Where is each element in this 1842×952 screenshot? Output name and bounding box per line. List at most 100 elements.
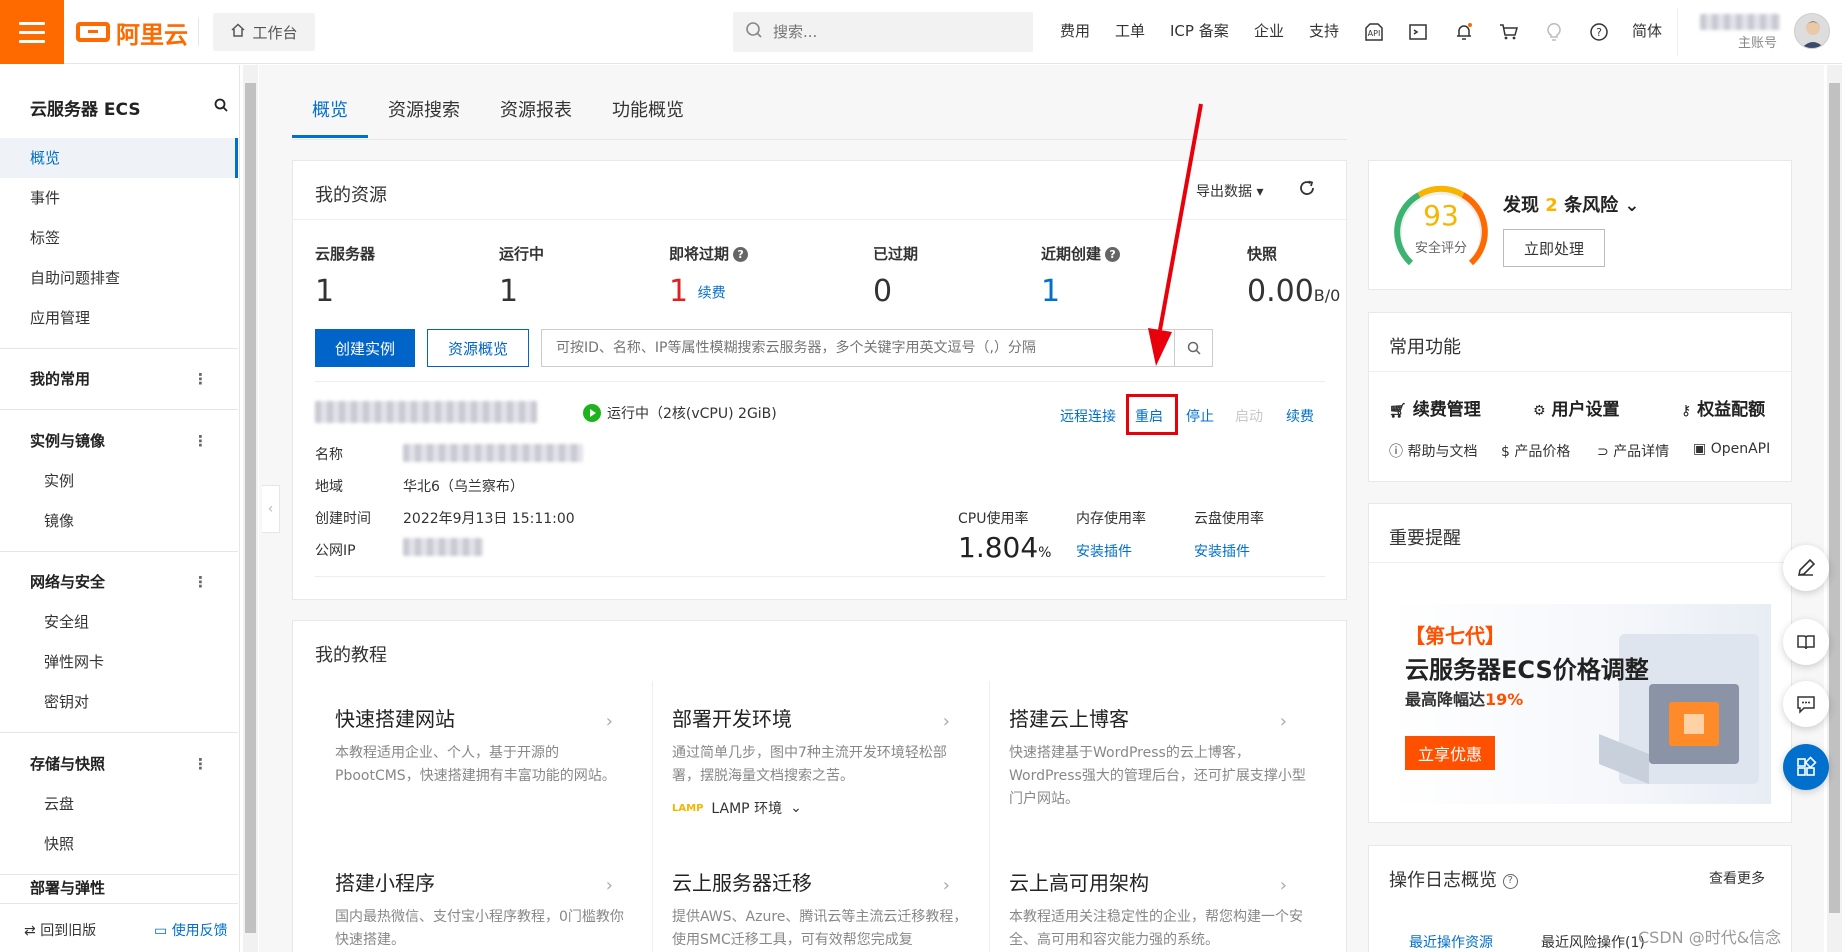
- renew-link[interactable]: 续费: [698, 286, 726, 302]
- collapse-sidebar-button[interactable]: ‹: [262, 485, 280, 533]
- edit-fab[interactable]: [1783, 545, 1829, 591]
- lamp-env-select[interactable]: LAMP LAMP 环境 ⌄: [672, 798, 972, 818]
- apps-fab[interactable]: [1783, 744, 1829, 790]
- help-icon[interactable]: ?: [1502, 873, 1518, 889]
- tutorial-card[interactable]: 部署开发环境 › 通过简单几步，图中7种主流开发环境轻松部署，摆脱海量文档搜索之苦。…: [672, 703, 972, 818]
- sidebar-item-tags[interactable]: 标签: [0, 218, 238, 258]
- tab-recent-risk[interactable]: 最近风险操作(1): [1541, 932, 1645, 952]
- sidebar-item-keypairs[interactable]: 密钥对: [0, 682, 238, 722]
- sidebar-group-favorites[interactable]: 我的常用 ⋮: [0, 359, 238, 399]
- metric-value-cpu: 1.804%: [958, 531, 1052, 564]
- more-icon[interactable]: ⋮: [193, 421, 208, 461]
- avatar[interactable]: [1794, 13, 1830, 49]
- tab-resource-search[interactable]: 资源搜索: [368, 90, 480, 138]
- chat-fab[interactable]: [1783, 681, 1829, 727]
- tab-overview[interactable]: 概览: [292, 90, 368, 138]
- risk-summary[interactable]: 发现 2 条风险 ⌄: [1503, 191, 1639, 217]
- install-plugin-disk-link[interactable]: 安装插件: [1194, 541, 1250, 561]
- instance-search[interactable]: [541, 329, 1213, 367]
- language-switch[interactable]: 简体: [1632, 20, 1662, 41]
- promo-banner[interactable]: 【第七代】 云服务器ECS价格调整 最高降幅达19% 立享优惠: [1389, 604, 1771, 804]
- gear-icon: ⚙: [1533, 403, 1546, 419]
- tutorial-card[interactable]: 搭建云上博客 › 快速搭建基于WordPress的云上博客，WordPress强大的…: [1009, 703, 1309, 811]
- remote-connect-link[interactable]: 远程连接: [1060, 406, 1116, 426]
- api-icon[interactable]: API: [1362, 20, 1386, 44]
- nav-enterprise[interactable]: 企业: [1254, 20, 1284, 41]
- sidebar-item-images[interactable]: 镜像: [0, 501, 238, 541]
- product-details-link[interactable]: ⊃ 产品详情: [1597, 441, 1669, 461]
- pricing-link[interactable]: $ 产品价格: [1501, 441, 1570, 461]
- cart-icon[interactable]: [1497, 20, 1521, 44]
- handle-now-button[interactable]: 立即处理: [1503, 229, 1605, 267]
- stat-servers[interactable]: 云服务器 1: [315, 243, 375, 309]
- tutorial-card[interactable]: 云上高可用架构 › 本教程适用关注稳定性的企业，帮您构建一个安全、高可用和容灾能力强…: [1009, 867, 1309, 952]
- sidebar-item-overview[interactable]: 概览: [0, 138, 238, 178]
- page-scrollbar[interactable]: [1827, 65, 1842, 952]
- tab-recent-resources[interactable]: 最近操作资源: [1409, 932, 1493, 952]
- instance-id-redacted[interactable]: [315, 401, 537, 423]
- renew-instance-link[interactable]: 续费: [1286, 406, 1314, 426]
- promo-cta-button[interactable]: 立享优惠: [1405, 736, 1495, 770]
- tab-resource-report[interactable]: 资源报表: [480, 90, 592, 138]
- sidebar-item-eni[interactable]: 弹性网卡: [0, 642, 238, 682]
- nav-support[interactable]: 支持: [1309, 20, 1339, 41]
- sidebar-group-instances-images[interactable]: 实例与镜像 ⋮: [0, 421, 238, 461]
- export-data-button[interactable]: 导出数据 ▾: [1196, 181, 1263, 201]
- menu-icon[interactable]: [0, 0, 64, 64]
- create-instance-button[interactable]: 创建实例: [315, 329, 415, 367]
- book-fab[interactable]: [1783, 619, 1829, 665]
- bell-icon[interactable]: [1452, 20, 1476, 44]
- resource-overview-button[interactable]: 资源概览: [427, 329, 529, 367]
- help-icon[interactable]: ?: [733, 247, 749, 262]
- more-icon[interactable]: ⋮: [193, 744, 208, 784]
- more-icon[interactable]: ⋮: [193, 562, 208, 602]
- sidebar-item-security-groups[interactable]: 安全组: [0, 602, 238, 642]
- help-icon[interactable]: ?: [1587, 20, 1611, 44]
- sidebar-group-network-security[interactable]: 网络与安全 ⋮: [0, 562, 238, 602]
- terminal-icon[interactable]: [1406, 20, 1430, 44]
- help-docs-link[interactable]: ⓘ 帮助与文档: [1389, 441, 1477, 461]
- tutorials-card: 我的教程 快速搭建网站 › 本教程适用企业、个人，基于开源的PbootCMS，快速搭…: [292, 620, 1347, 952]
- tab-feature-overview[interactable]: 功能概览: [592, 90, 704, 138]
- sidebar-item-apps[interactable]: 应用管理: [0, 298, 238, 338]
- stop-link[interactable]: 停止: [1186, 406, 1214, 426]
- nav-fees[interactable]: 费用: [1060, 20, 1090, 41]
- openapi-link[interactable]: ▣ OpenAPI: [1693, 441, 1770, 457]
- stat-expiring[interactable]: 即将过期? 1 续费: [669, 243, 749, 309]
- sidebar-group-deploy[interactable]: 部署与弹性: [0, 875, 238, 901]
- sidebar-item-troubleshoot[interactable]: 自助问题排查: [0, 258, 238, 298]
- more-icon[interactable]: ⋮: [193, 359, 208, 399]
- tutorial-card[interactable]: 云上服务器迁移 › 提供AWS、Azure、腾讯云等主流云迁移教程，使用SMC迁移工…: [672, 867, 972, 952]
- lightbulb-icon[interactable]: [1542, 20, 1566, 44]
- back-to-old-button[interactable]: ⇄ 回到旧版: [24, 920, 96, 940]
- sidebar-item-disks[interactable]: 云盘: [0, 784, 238, 824]
- global-search[interactable]: [733, 12, 1033, 52]
- sidebar-item-events[interactable]: 事件: [0, 178, 238, 218]
- user-settings-link[interactable]: ⚙ 用户设置: [1533, 395, 1619, 420]
- stat-recent[interactable]: 近期创建? 1: [1041, 243, 1121, 309]
- global-search-input[interactable]: [773, 23, 1013, 41]
- sidebar-item-instances[interactable]: 实例: [0, 461, 238, 501]
- sidebar-scrollbar[interactable]: [243, 65, 258, 952]
- instance-search-input[interactable]: [542, 340, 1172, 356]
- stat-snapshots[interactable]: 快照 0.00B/0: [1247, 243, 1340, 309]
- install-plugin-memory-link[interactable]: 安装插件: [1076, 541, 1132, 561]
- workbench-button[interactable]: 工作台: [213, 13, 315, 51]
- renew-management-link[interactable]: 🛒︎ 续费管理: [1389, 395, 1481, 420]
- sidebar-search-icon[interactable]: [214, 98, 228, 116]
- sidebar-item-snapshots[interactable]: 快照: [0, 824, 238, 864]
- sidebar-group-storage[interactable]: 存储与快照 ⋮: [0, 744, 238, 784]
- feedback-button[interactable]: ▭ 使用反馈: [154, 920, 228, 940]
- nav-icp[interactable]: ICP 备案: [1170, 20, 1229, 41]
- search-icon[interactable]: [1174, 330, 1212, 366]
- view-more-link[interactable]: 查看更多: [1709, 868, 1765, 888]
- nav-tickets[interactable]: 工单: [1115, 20, 1145, 41]
- quota-link[interactable]: ⚷ 权益配额: [1681, 395, 1765, 420]
- stat-running[interactable]: 运行中 1: [499, 243, 544, 309]
- tutorial-card[interactable]: 快速搭建网站 › 本教程适用企业、个人，基于开源的PbootCMS，快速搭建拥有丰富…: [335, 703, 635, 788]
- brand-logo[interactable]: 阿里云: [76, 14, 188, 50]
- tutorial-card[interactable]: 搭建小程序 › 国内最热微信、支付宝小程序教程，0门槛教你快速搭建。: [335, 867, 635, 952]
- stat-expired[interactable]: 已过期 0: [873, 243, 918, 309]
- help-icon[interactable]: ?: [1105, 247, 1121, 262]
- refresh-icon[interactable]: [1298, 179, 1316, 201]
